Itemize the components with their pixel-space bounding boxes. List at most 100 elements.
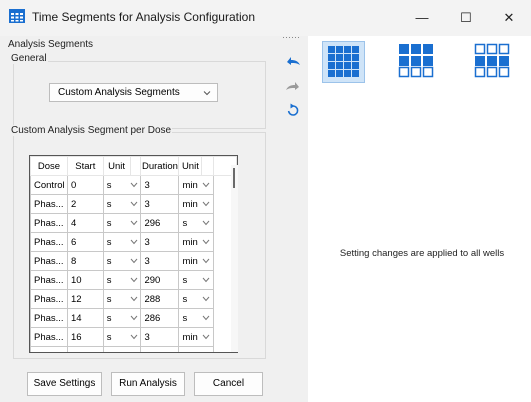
table-row[interactable]: Phas... 2 s 3 min [30,194,237,214]
chevron-down-icon[interactable] [130,251,142,271]
settings-info-message: Setting changes are applied to all wells [339,248,505,259]
start-cell[interactable]: 0 [66,175,104,195]
start-cell[interactable]: 14 [66,308,104,328]
duration-cell[interactable]: 5 [140,346,180,352]
chevron-down-icon[interactable] [130,194,142,214]
start-unit-cell[interactable]: s [102,251,131,271]
duration-unit-cell[interactable]: min [178,194,202,214]
redo-icon[interactable] [285,78,301,92]
header-spacer [201,156,215,176]
start-unit-cell[interactable]: s [102,308,131,328]
duration-unit-cell[interactable]: min [178,327,202,347]
duration-cell[interactable]: 290 [140,270,180,290]
duration-cell[interactable]: 3 [140,327,180,347]
header-dose[interactable]: Dose [30,156,68,176]
save-settings-button[interactable]: Save Settings [27,372,102,396]
duration-cell[interactable]: 3 [140,175,180,195]
chevron-down-icon[interactable] [130,308,142,328]
table-scrollbar[interactable] [231,165,238,352]
table-row[interactable]: Phas... 8 s 3 min [30,251,237,271]
chevron-down-icon[interactable] [130,327,142,347]
start-cell[interactable]: 12 [66,289,104,309]
chevron-down-icon[interactable] [201,194,215,214]
start-cell[interactable]: 8 [66,251,104,271]
chevron-down-icon[interactable] [201,213,215,233]
header-duration[interactable]: Duration [140,156,180,176]
start-unit-cell[interactable]: s [102,289,131,309]
duration-unit-cell[interactable]: s [178,289,202,309]
chevron-down-icon[interactable] [201,308,215,328]
table-row[interactable]: Phas... 14 s 286 s [30,308,237,328]
start-unit-cell[interactable]: s [102,327,131,347]
start-cell[interactable]: 18 [66,346,104,352]
chevron-down-icon[interactable] [201,232,215,252]
layout-3x3-button[interactable] [398,43,436,79]
close-button[interactable]: ✕ [487,6,531,30]
undo-icon[interactable] [285,53,301,67]
duration-cell[interactable]: 3 [140,194,180,214]
table-row[interactable]: Phas... 16 s 3 min [30,327,237,347]
start-cell[interactable]: 16 [66,327,104,347]
start-unit-cell[interactable]: s [102,346,131,352]
duration-cell[interactable]: 296 [140,213,180,233]
per-dose-label: Custom Analysis Segment per Dose [10,125,173,136]
chevron-down-icon[interactable] [201,251,215,271]
table-row[interactable]: Phas... 12 s 288 s [30,289,237,309]
table-row[interactable]: Phas... 4 s 296 s [30,213,237,233]
duration-cell[interactable]: 286 [140,308,180,328]
toolbar-grip-icon [283,37,299,38]
maximize-button[interactable]: ☐ [444,6,488,30]
start-cell[interactable]: 10 [66,270,104,290]
start-cell[interactable]: 2 [66,194,104,214]
table-row[interactable]: Control 0 s 3 min [30,175,237,195]
chevron-down-icon[interactable] [201,270,215,290]
start-cell[interactable]: 6 [66,232,104,252]
dose-cell: Phas... [30,346,68,352]
table-row[interactable]: Phas...18s 5min [30,346,237,352]
chevron-down-icon[interactable] [130,270,142,290]
chevron-down-icon[interactable] [201,327,215,347]
cancel-button[interactable]: Cancel [194,372,263,396]
start-unit-cell[interactable]: s [102,232,131,252]
grid-outline-icon [474,43,510,78]
segment-type-dropdown[interactable]: Custom Analysis Segments [49,83,218,102]
start-unit-cell[interactable]: s [102,213,131,233]
chevron-down-icon[interactable] [201,346,215,352]
segment-type-value: Custom Analysis Segments [58,87,180,98]
duration-unit-cell[interactable]: min [178,251,202,271]
chevron-down-icon[interactable] [130,289,142,309]
chevron-down-icon[interactable] [201,175,215,195]
dose-cell: Phas... [30,194,68,214]
header-start-unit[interactable]: Unit [102,156,131,176]
scrollbar-thumb[interactable] [233,168,235,188]
layout-2x3-button[interactable] [474,43,512,79]
dose-cell: Phas... [30,289,68,309]
duration-unit-cell[interactable]: min [178,232,202,252]
chevron-down-icon[interactable] [201,289,215,309]
start-unit-cell[interactable]: s [102,270,131,290]
header-duration-unit[interactable]: Unit [178,156,203,176]
reset-icon[interactable] [287,103,299,117]
start-unit-cell[interactable]: s [102,194,131,214]
duration-unit-cell[interactable]: s [178,213,202,233]
chevron-down-icon[interactable] [130,232,142,252]
duration-cell[interactable]: 3 [140,232,180,252]
header-start[interactable]: Start [66,156,104,176]
layout-4x4-button[interactable] [322,41,365,83]
chevron-down-icon[interactable] [130,175,142,195]
duration-unit-cell[interactable]: min [178,346,202,352]
minimize-button[interactable]: — [400,6,444,30]
duration-cell[interactable]: 3 [140,251,180,271]
duration-unit-cell[interactable]: s [178,270,202,290]
chevron-down-icon[interactable] [130,346,142,352]
start-unit-cell[interactable]: s [102,175,131,195]
table-row[interactable]: Phas... 6 s 3 min [30,232,237,252]
title-bar: Time Segments for Analysis Configuration… [0,0,531,36]
table-row[interactable]: Phas... 10 s 290 s [30,270,237,290]
run-analysis-button[interactable]: Run Analysis [111,372,185,396]
start-cell[interactable]: 4 [66,213,104,233]
duration-unit-cell[interactable]: min [178,175,202,195]
duration-unit-cell[interactable]: s [178,308,202,328]
chevron-down-icon[interactable] [130,213,142,233]
duration-cell[interactable]: 288 [140,289,180,309]
